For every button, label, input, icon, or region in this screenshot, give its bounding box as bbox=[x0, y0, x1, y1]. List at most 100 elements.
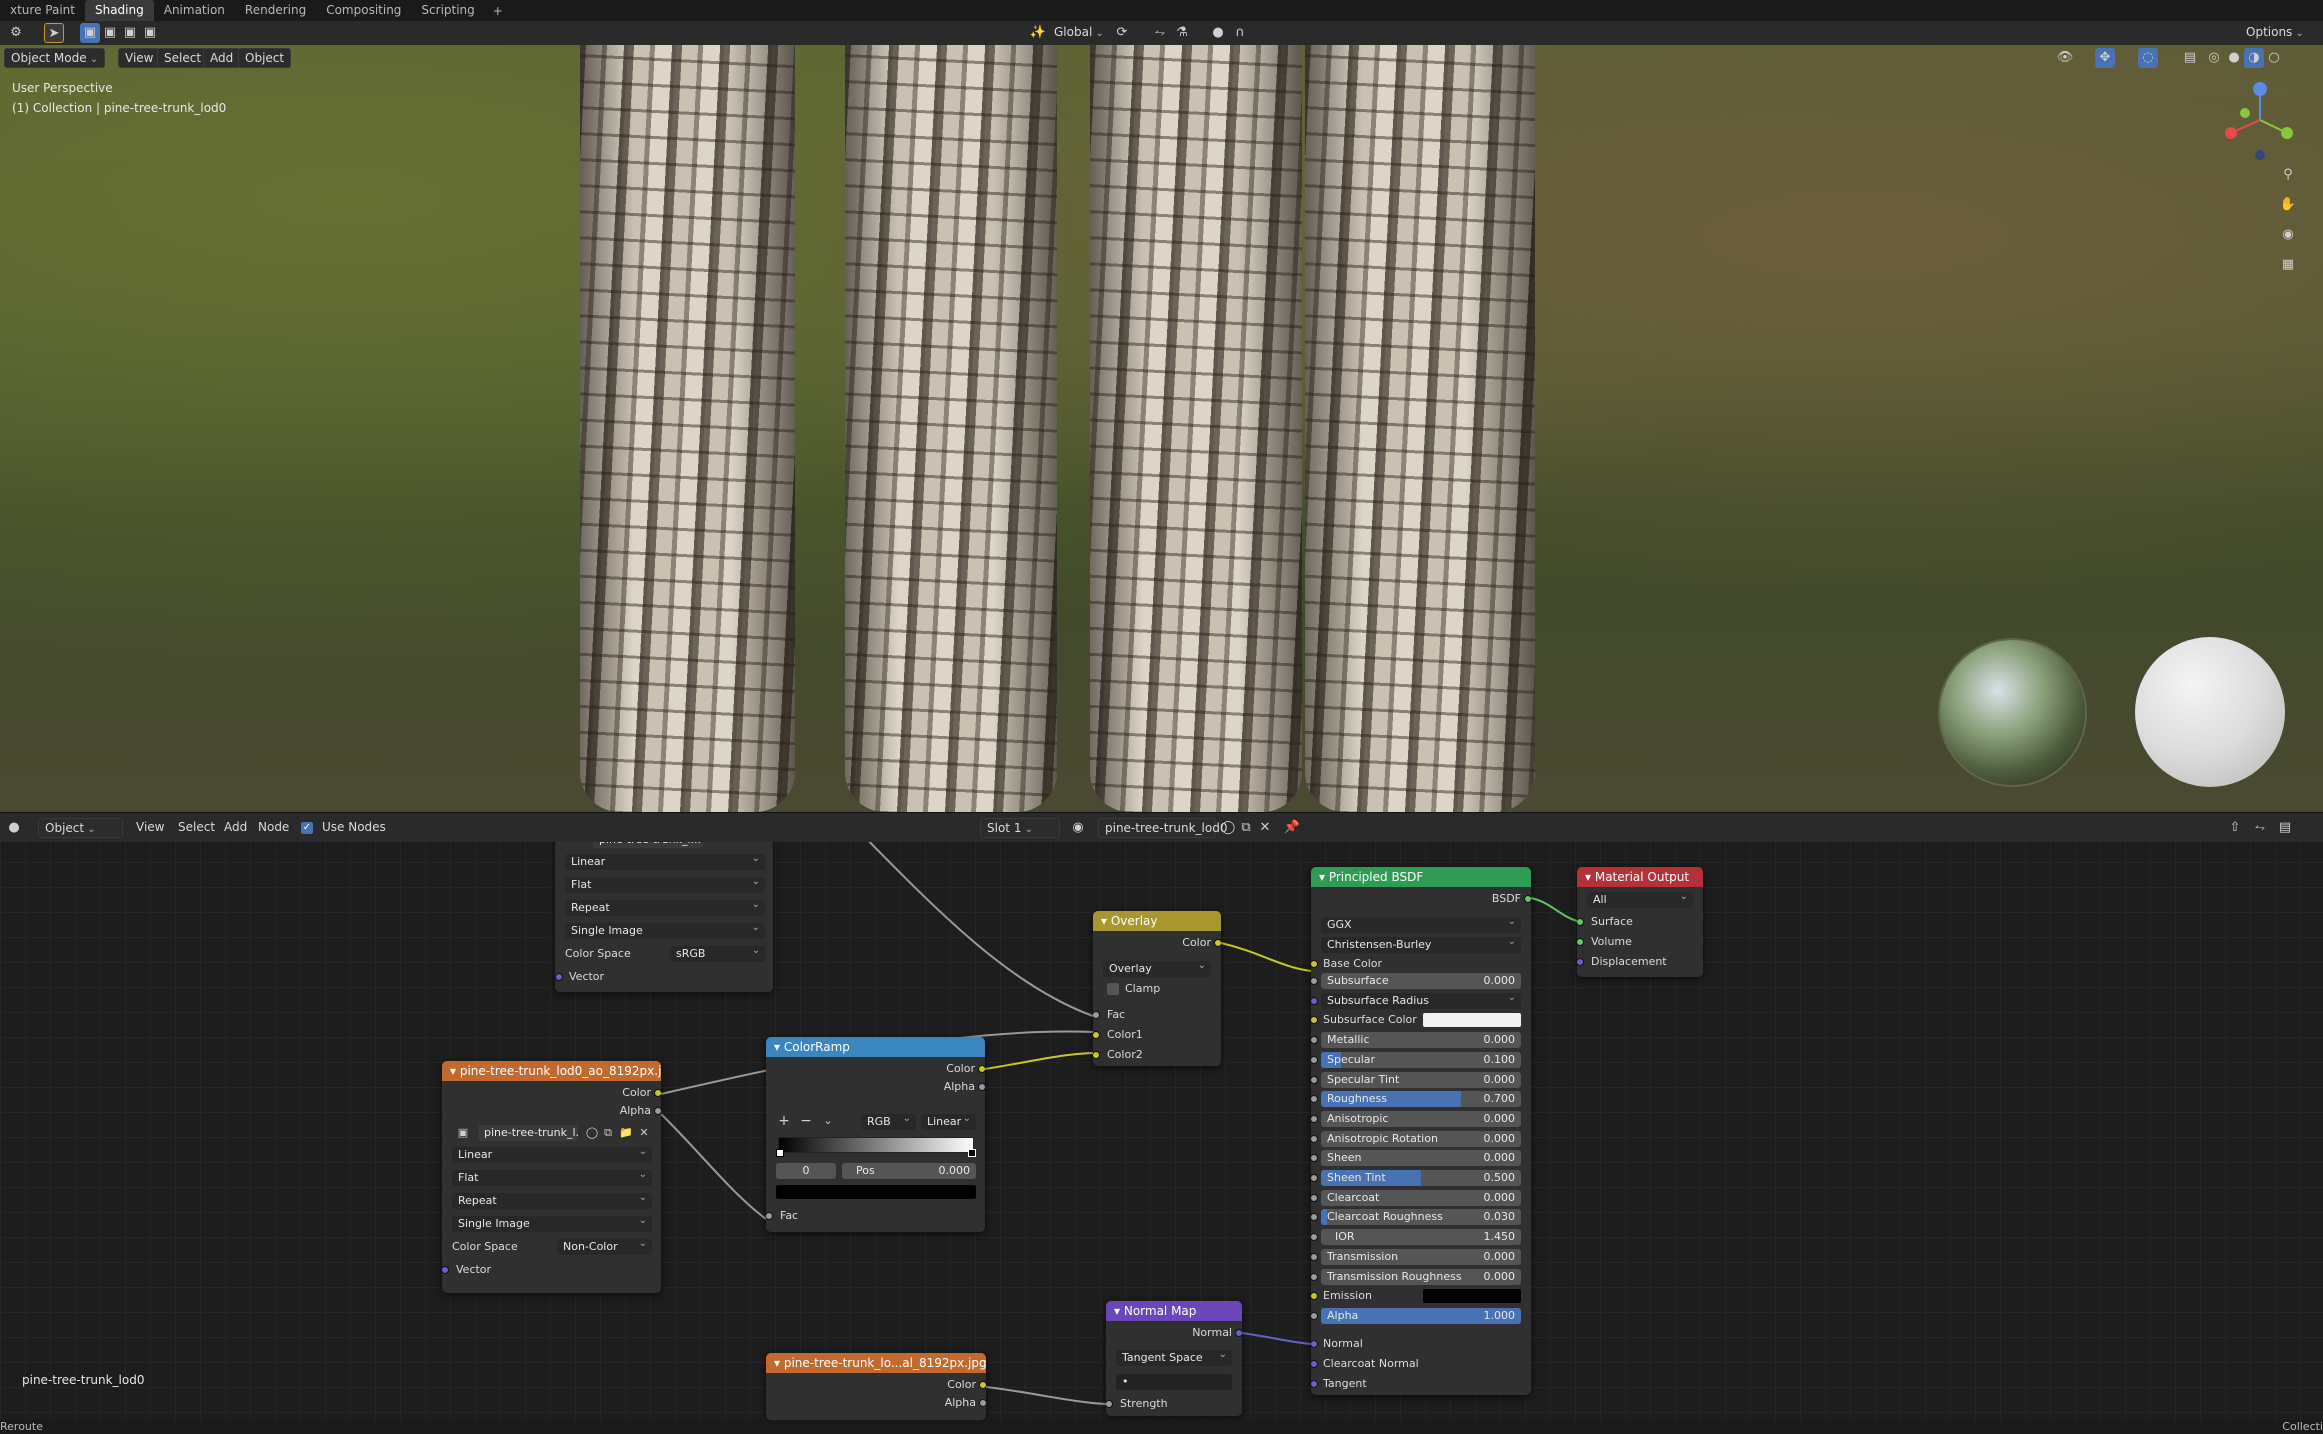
stop-color-swatch[interactable] bbox=[776, 1185, 976, 1199]
normal-map-node[interactable]: Normal Map Normal Tangent Space • Streng… bbox=[1106, 1301, 1242, 1416]
interpolation-select[interactable]: Linear bbox=[565, 854, 765, 870]
specular-tint-field[interactable]: Specular Tint 0.000 bbox=[1321, 1071, 1521, 1088]
parent-node-tree-icon[interactable]: ⇧ bbox=[2225, 818, 2245, 838]
solid-shading-icon[interactable]: ● bbox=[2224, 48, 2244, 68]
projection-select[interactable]: Flat bbox=[452, 1170, 652, 1186]
subsurface-socket[interactable] bbox=[1311, 977, 1318, 985]
duplicate-material-icon[interactable]: ⧉ bbox=[1236, 818, 1256, 838]
use-nodes-checkbox[interactable]: ✓ bbox=[301, 822, 313, 834]
vector-socket[interactable] bbox=[555, 973, 563, 981]
emission-swatch[interactable] bbox=[1423, 1289, 1521, 1304]
material-icon[interactable]: ◉ bbox=[1068, 818, 1088, 838]
image-texture-node-top[interactable]: pine-tree-trunk_l... Linear Flat Repeat … bbox=[555, 832, 773, 992]
proportional-edit-icon[interactable]: ● bbox=[1208, 23, 1228, 43]
select-menu[interactable]: Select bbox=[157, 48, 209, 68]
node-header[interactable]: pine-tree-trunk_lo...al_8192px.jpg.001 bbox=[766, 1353, 986, 1373]
subsurface-radius-socket[interactable] bbox=[1311, 996, 1318, 1005]
image-name-field[interactable]: pine-tree-trunk_l... bbox=[478, 1125, 578, 1141]
tab-animation[interactable]: Animation bbox=[154, 0, 235, 21]
overlay-toggle-icon[interactable]: ◌ bbox=[2138, 48, 2158, 68]
falloff-icon[interactable]: ∩ bbox=[1230, 23, 1250, 43]
extension-select[interactable]: Repeat bbox=[565, 900, 765, 916]
pivot-icon[interactable]: ⟳ bbox=[1112, 23, 1132, 43]
editor-type-icon[interactable]: ⚙ bbox=[6, 23, 26, 43]
color-output-socket[interactable] bbox=[978, 1065, 985, 1073]
add-menu[interactable]: Add bbox=[218, 818, 253, 838]
3d-viewport[interactable]: User Perspective (1) Collection | pine-t… bbox=[0, 45, 2323, 812]
ior-socket[interactable] bbox=[1311, 1233, 1318, 1242]
node-header[interactable]: ColorRamp bbox=[766, 1037, 985, 1057]
material-output-node[interactable]: Material Output All Surface Volume Displ… bbox=[1577, 867, 1703, 977]
gradient-stop-left[interactable] bbox=[776, 1149, 784, 1157]
node-header[interactable]: Normal Map bbox=[1106, 1301, 1242, 1321]
add-stop-icon[interactable]: + bbox=[774, 1111, 794, 1131]
specular-field[interactable]: Specular 0.100 bbox=[1321, 1051, 1521, 1068]
transmission-socket[interactable] bbox=[1311, 1252, 1318, 1261]
open-folder-icon[interactable]: 📁 bbox=[616, 1123, 636, 1143]
specular-tint-socket[interactable] bbox=[1311, 1075, 1318, 1084]
image-texture-node-ao[interactable]: pine-tree-trunk_lod0_ao_8192px.jpg... Co… bbox=[442, 1061, 661, 1293]
ior-field[interactable]: IOR 1.450 bbox=[1321, 1229, 1521, 1246]
bsdf-output-socket[interactable] bbox=[1524, 895, 1531, 903]
object-menu[interactable]: Object bbox=[238, 48, 292, 68]
stop-position-field[interactable]: Pos 0.000 bbox=[842, 1163, 976, 1179]
alpha-output-socket[interactable] bbox=[654, 1107, 661, 1115]
node-menu[interactable]: Node bbox=[252, 818, 295, 838]
overlay-options-icon[interactable]: ▤ bbox=[2275, 818, 2295, 838]
subsurface-radius-field[interactable]: Subsurface Radius bbox=[1321, 992, 1521, 1009]
tab-shading[interactable]: Shading bbox=[84, 0, 154, 21]
roughness-field[interactable]: Roughness 0.700 bbox=[1321, 1091, 1521, 1108]
shader-type-dropdown[interactable]: Object bbox=[38, 818, 123, 838]
clearcoat-socket[interactable] bbox=[1311, 1193, 1318, 1202]
tab-compositing[interactable]: Compositing bbox=[316, 0, 411, 21]
sheen-socket[interactable] bbox=[1311, 1154, 1318, 1163]
roughness-socket[interactable] bbox=[1311, 1095, 1318, 1104]
snapping-icon[interactable]: ⥊ bbox=[2250, 818, 2270, 838]
select-extend-icon[interactable]: ▣ bbox=[100, 23, 120, 43]
rendered-shading-icon[interactable]: ○ bbox=[2264, 48, 2284, 68]
node-header[interactable]: Overlay bbox=[1093, 911, 1221, 931]
sheen-tint-field[interactable]: Sheen Tint 0.500 bbox=[1321, 1170, 1521, 1186]
alpha-output-socket[interactable] bbox=[978, 1083, 985, 1091]
add-menu[interactable]: Add bbox=[203, 48, 241, 68]
alpha-field[interactable]: Alpha 1.000 bbox=[1321, 1307, 1521, 1324]
color-output-socket[interactable] bbox=[1214, 939, 1221, 947]
view-menu[interactable]: View bbox=[118, 48, 161, 68]
source-select[interactable]: Single Image bbox=[452, 1216, 652, 1232]
close-icon[interactable]: ✕ bbox=[634, 1123, 654, 1143]
space-select[interactable]: Tangent Space bbox=[1116, 1350, 1232, 1366]
extension-select[interactable]: Repeat bbox=[452, 1193, 652, 1209]
node-header[interactable]: pine-tree-trunk_lod0_ao_8192px.jpg... bbox=[442, 1061, 661, 1081]
snap-icon[interactable]: ⥊ bbox=[1150, 23, 1170, 43]
grid-view-icon[interactable]: ▦ bbox=[2278, 255, 2298, 275]
distribution-select[interactable]: GGX bbox=[1321, 917, 1521, 933]
color-space-select[interactable]: sRGB bbox=[670, 946, 765, 962]
editor-type-icon[interactable]: ● bbox=[4, 818, 24, 838]
alpha-socket[interactable] bbox=[1311, 1311, 1318, 1320]
view-menu[interactable]: View bbox=[130, 818, 170, 838]
projection-select[interactable]: Flat bbox=[565, 877, 765, 893]
tab-scripting[interactable]: Scripting bbox=[411, 0, 484, 21]
material-shading-icon[interactable]: ◑ bbox=[2244, 48, 2264, 68]
subsurface-color-swatch[interactable] bbox=[1423, 1013, 1521, 1028]
gradient-bar[interactable] bbox=[778, 1137, 974, 1153]
node-header[interactable]: Material Output bbox=[1577, 867, 1703, 887]
anisotropic-socket[interactable] bbox=[1311, 1114, 1318, 1123]
transmission-field[interactable]: Transmission 0.000 bbox=[1321, 1248, 1521, 1265]
unlink-material-icon[interactable]: ✕ bbox=[1255, 818, 1275, 838]
select-tool-icon[interactable]: ➤ bbox=[44, 23, 64, 43]
blend-type-select[interactable]: Overlay bbox=[1103, 961, 1211, 977]
remove-stop-icon[interactable]: − bbox=[796, 1111, 816, 1131]
select-intersect-icon[interactable]: ▣ bbox=[140, 23, 160, 43]
xray-icon[interactable]: ▤ bbox=[2180, 48, 2200, 68]
anisotropic-rotation-field[interactable]: Anisotropic Rotation 0.000 bbox=[1321, 1130, 1521, 1147]
transmission-roughness-socket[interactable] bbox=[1311, 1272, 1318, 1281]
gradient-stop-right[interactable] bbox=[968, 1149, 976, 1157]
color-output-socket[interactable] bbox=[654, 1089, 661, 1097]
zoom-icon[interactable]: ⚲ bbox=[2278, 165, 2298, 185]
clearcoat-roughness-field[interactable]: Clearcoat Roughness 0.030 bbox=[1321, 1209, 1521, 1226]
clearcoat-field[interactable]: Clearcoat 0.000 bbox=[1321, 1189, 1521, 1206]
normal-output-socket[interactable] bbox=[1235, 1329, 1242, 1337]
image-texture-node-normal[interactable]: pine-tree-trunk_lo...al_8192px.jpg.001 C… bbox=[766, 1353, 986, 1420]
anisotropic-field[interactable]: Anisotropic 0.000 bbox=[1321, 1110, 1521, 1127]
